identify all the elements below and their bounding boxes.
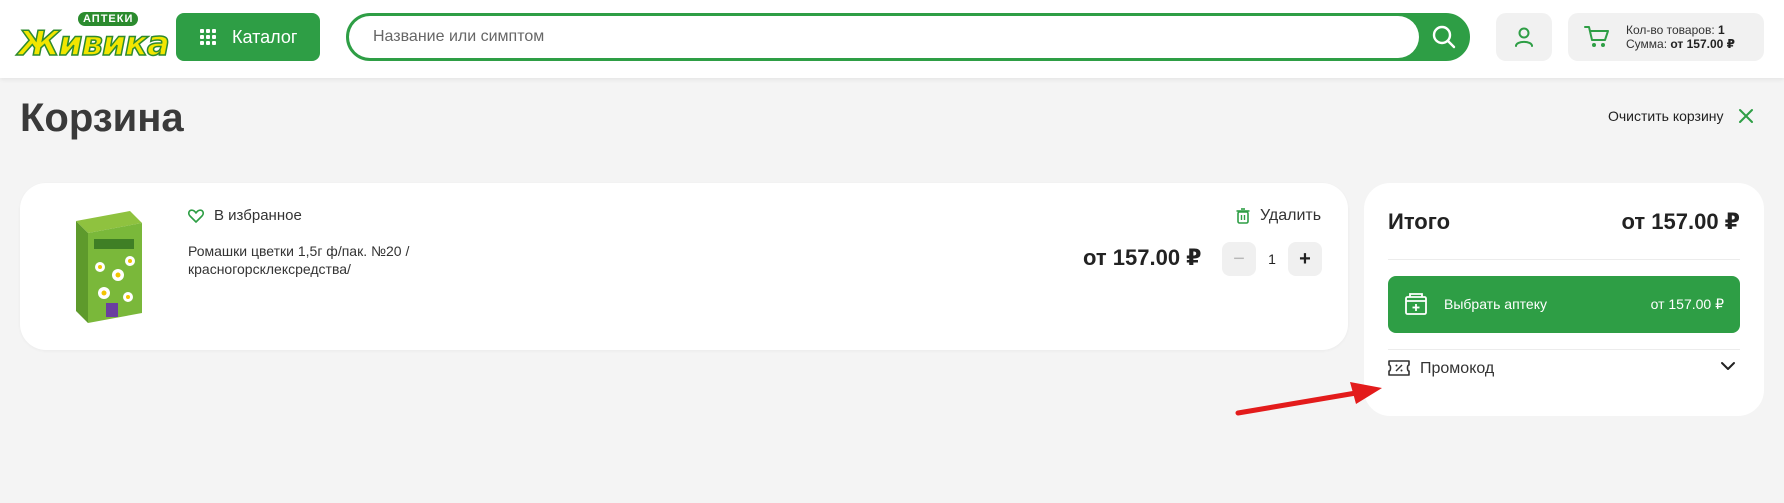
summary-total: от 157.00 ₽ — [1621, 209, 1741, 234]
site-header: АПТЕКИ Живика Каталог Кол-во товар — [0, 0, 1784, 78]
product-name-line-2: красногорсклексредства/ — [188, 261, 351, 277]
trash-icon — [1236, 208, 1250, 224]
catalog-label: Каталог — [232, 26, 298, 47]
promo-code-label: Промокод — [1420, 360, 1495, 377]
clear-cart-button[interactable]: Очистить корзину — [1608, 108, 1754, 124]
favorites-label: В избранное — [214, 207, 302, 224]
add-to-favorites-button[interactable]: В избранное — [188, 207, 302, 224]
divider — [1388, 349, 1740, 350]
summary-title: Итого — [1388, 209, 1451, 234]
increase-quantity-button[interactable]: + — [1288, 242, 1322, 276]
page-title: Корзина — [20, 96, 184, 140]
quantity-stepper: − 1 + — [1222, 242, 1322, 276]
promo-code-toggle[interactable]: Промокод — [1388, 355, 1740, 385]
profile-button[interactable] — [1496, 13, 1552, 61]
cart-sum-value: от 157.00 ₽ — [1670, 37, 1736, 51]
coupon-icon — [1388, 360, 1410, 376]
close-icon — [1738, 109, 1753, 123]
annotation-arrow — [1235, 382, 1382, 416]
cart-sum: Сумма: от 157.00 ₽ — [1626, 37, 1735, 51]
cart-count-value: 1 — [1718, 23, 1725, 37]
cart-count-label: Кол-во товаров: — [1626, 23, 1715, 37]
choose-pharmacy-button[interactable]: Выбрать аптеку от 157.00 ₽ — [1388, 276, 1740, 333]
cart-button[interactable]: Кол-во товаров: 1 Сумма: от 157.00 ₽ — [1568, 13, 1764, 61]
quantity-value[interactable]: 1 — [1256, 242, 1288, 276]
cart-sum-label: Сумма: — [1626, 37, 1668, 51]
decrease-quantity-button[interactable]: − — [1222, 242, 1256, 276]
delete-label: Удалить — [1260, 207, 1322, 224]
delete-item-button[interactable]: Удалить — [1236, 207, 1321, 225]
product-name-line-1: Ромашки цветки 1,5г ф/пак. №20 / — [188, 243, 410, 259]
product-name[interactable]: Ромашки цветки 1,5г ф/пак. №20 / красног… — [188, 242, 448, 278]
item-price: от 157.00 ₽ — [1083, 245, 1202, 270]
clear-cart-label: Очистить корзину — [1608, 108, 1724, 124]
search-bar — [346, 13, 1470, 61]
divider — [1388, 259, 1740, 260]
logo-title: Живика — [17, 23, 170, 65]
cart-item: В избранное Ромашки цветки 1,5г ф/пак. №… — [20, 183, 1348, 350]
cart-icon — [1584, 26, 1609, 47]
cart-count: Кол-во товаров: 1 — [1626, 23, 1725, 37]
heart-icon — [188, 208, 204, 223]
order-summary: Итого от 157.00 ₽ Выбрать аптеку от 157.… — [1364, 183, 1764, 416]
pharmacy-icon — [1405, 293, 1427, 315]
search-icon[interactable] — [1429, 22, 1461, 52]
search-input[interactable] — [349, 16, 1419, 58]
product-image[interactable] — [68, 205, 148, 327]
choose-pharmacy-label: Выбрать аптеку — [1444, 296, 1547, 312]
grid-icon — [200, 29, 216, 45]
chevron-down-icon — [1721, 362, 1735, 370]
user-icon — [1515, 27, 1533, 47]
logo[interactable]: АПТЕКИ Живика — [17, 12, 171, 65]
choose-pharmacy-price: от 157.00 ₽ — [1650, 296, 1724, 312]
catalog-button[interactable]: Каталог — [176, 13, 320, 61]
